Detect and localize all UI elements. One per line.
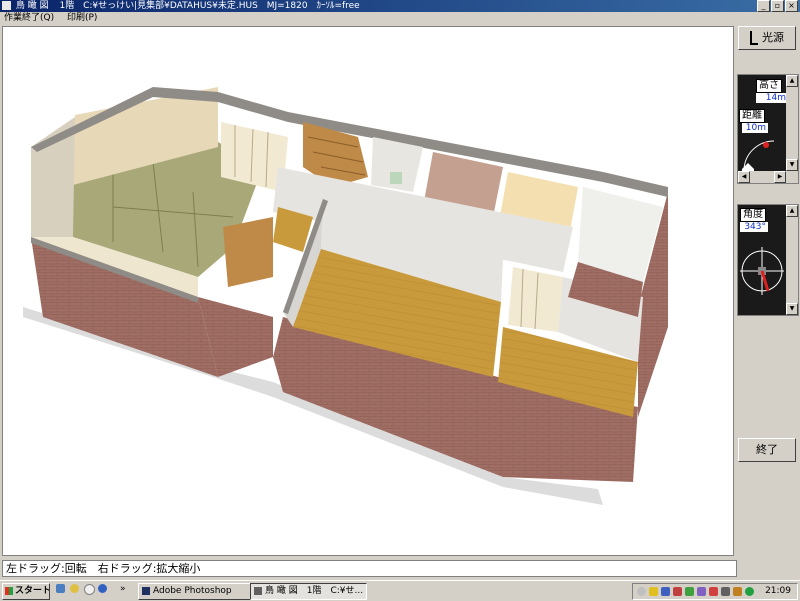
task-photoshop-label: Adobe Photoshop <box>153 586 232 596</box>
title-mj: MJ=1820 <box>266 1 308 11</box>
menu-item-print[interactable]: 印刷(P) <box>67 13 97 23</box>
taskbar-clock: 21:09 <box>765 586 791 596</box>
light-source-label: 光源 <box>762 31 784 44</box>
bird-view-viewport[interactable] <box>2 26 734 556</box>
angle-down-arrow-icon[interactable]: ▼ <box>786 303 798 315</box>
height-scrollbar[interactable]: ▲ ▼ <box>786 75 798 171</box>
photoshop-icon <box>142 586 150 595</box>
title-floor: 1階 <box>59 1 75 11</box>
menu-bar: 作業終了(Q) 印刷(P) <box>0 12 800 25</box>
tray-status-icon[interactable] <box>745 587 754 596</box>
tray-speaker-icon[interactable] <box>733 587 742 596</box>
angle-label: 角度 <box>740 208 766 222</box>
distance-scrollbar[interactable]: ◀ ▶ <box>738 171 798 183</box>
tray-pen-icon[interactable] <box>709 587 718 596</box>
compass-dial-icon[interactable] <box>740 237 786 299</box>
status-bar: 左ドラッグ:回転 右ドラッグ:拡大縮小 <box>2 560 737 577</box>
taskbar: スタート » Adobe Photoshop 鳥 瞰 図 1階 C:¥せ... … <box>0 580 800 601</box>
title-path: C:¥せっけい|見集部¥DATAHUS¥未定.HUS <box>83 1 258 11</box>
start-button[interactable]: スタート <box>2 583 50 600</box>
angle-scrollbar[interactable]: ▲ ▼ <box>786 205 798 315</box>
tray-update-icon[interactable] <box>685 587 694 596</box>
angle-value: 343° <box>740 222 768 232</box>
tray-network-icon[interactable] <box>661 587 670 596</box>
scroll-down-arrow-icon[interactable]: ▼ <box>786 159 798 171</box>
tray-clock-app-icon[interactable] <box>637 587 646 596</box>
tray-antivirus-icon[interactable] <box>673 587 682 596</box>
control-side-panel: 光源 高さ 14m 距離 10m ▲ ▼ ◀ ▶ 角度 343° ▲ ▼ 終了 <box>734 26 800 556</box>
task-bird-view[interactable]: 鳥 瞰 図 1階 C:¥せ... <box>250 583 367 600</box>
height-label: 高さ <box>756 79 782 93</box>
light-source-button[interactable]: 光源 <box>738 26 796 50</box>
toilet-fixture <box>390 172 402 184</box>
hall-wood <box>223 217 273 287</box>
house-3d-model <box>23 87 668 505</box>
status-hint: 左ドラッグ:回転 右ドラッグ:拡大縮小 <box>6 562 201 575</box>
title-cursor: ｶｰｿﾙ=free <box>316 1 360 11</box>
app-icon <box>2 1 11 10</box>
system-tray: 21:09 <box>632 583 798 600</box>
tray-folder-icon[interactable] <box>649 587 658 596</box>
quicklaunch-more-icon[interactable]: » <box>120 584 126 594</box>
house-camera-icon <box>742 140 775 173</box>
search-quicklaunch-icon[interactable] <box>98 584 107 593</box>
start-label: スタート <box>15 586 50 596</box>
bird-view-app-icon <box>254 586 262 595</box>
menu-item-exit-work[interactable]: 作業終了(Q) <box>4 13 54 23</box>
height-distance-panel: 高さ 14m 距離 10m ▲ ▼ ◀ ▶ <box>737 74 799 184</box>
title-bar: 鳥 瞰 図 1階 C:¥せっけい|見集部¥DATAHUS¥未定.HUS MJ=1… <box>0 0 800 12</box>
title-prefix: 鳥 瞰 図 <box>15 1 49 11</box>
media-quicklaunch-icon[interactable] <box>84 584 95 595</box>
task-photoshop[interactable]: Adobe Photoshop <box>138 583 251 600</box>
angle-up-arrow-icon[interactable]: ▲ <box>786 205 798 217</box>
exit-button[interactable]: 終了 <box>738 438 796 462</box>
scroll-up-arrow-icon[interactable]: ▲ <box>786 75 798 87</box>
restore-button[interactable]: ▫ <box>771 0 784 12</box>
scroll-left-arrow-icon[interactable]: ◀ <box>738 171 750 183</box>
height-value: 14m <box>756 93 788 103</box>
angle-panel: 角度 343° ▲ ▼ <box>737 204 799 316</box>
task-bird-view-label: 鳥 瞰 図 1階 C:¥せ... <box>265 586 364 596</box>
distance-label: 距離 <box>739 109 765 123</box>
close-button[interactable]: × <box>785 0 798 12</box>
desktop-quicklaunch-icon[interactable] <box>56 584 65 593</box>
scroll-right-arrow-icon[interactable]: ▶ <box>774 171 786 183</box>
tray-monitor-icon[interactable] <box>697 587 706 596</box>
windows-logo-icon <box>5 586 13 595</box>
distance-value: 10m <box>742 123 768 133</box>
minimize-button[interactable]: _ <box>757 0 770 12</box>
lamp-icon <box>750 31 758 45</box>
tray-ime-icon[interactable] <box>721 587 730 596</box>
browser-quicklaunch-icon[interactable] <box>70 584 79 593</box>
